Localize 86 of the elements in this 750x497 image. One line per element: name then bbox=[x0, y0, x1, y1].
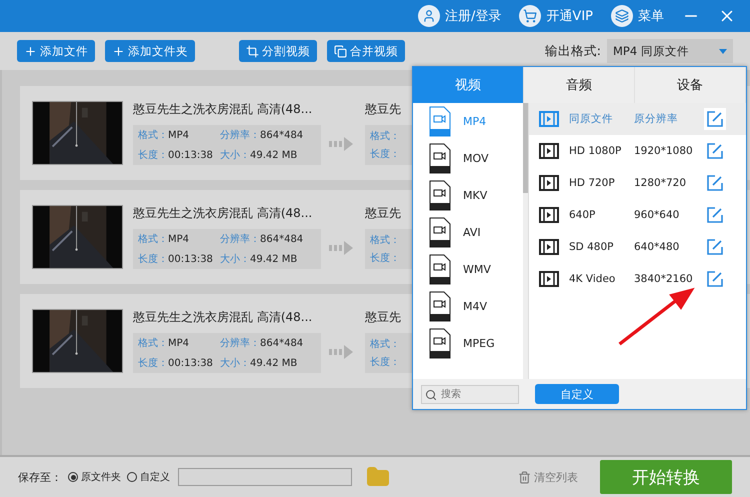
duration-label: 长度： bbox=[370, 252, 400, 265]
custom-button[interactable]: 自定义 bbox=[535, 384, 619, 404]
duration-label: 长度： bbox=[370, 356, 400, 369]
format-item[interactable]: WMV bbox=[429, 254, 523, 285]
film-play-icon bbox=[539, 111, 559, 127]
resolution-text: 分辨率：864*484 bbox=[220, 336, 304, 350]
format-label: 格式： bbox=[370, 234, 400, 247]
header-link[interactable]: 菜单 bbox=[611, 5, 664, 27]
format-item[interactable]: MP4 bbox=[429, 106, 523, 137]
preset-resolution: 原分辨率 bbox=[634, 112, 679, 126]
size-text: 大小：49.42 MB bbox=[220, 148, 298, 162]
arrow-icon bbox=[329, 137, 353, 151]
format-label: 格式： bbox=[370, 130, 400, 143]
preset-name: HD 1080P bbox=[569, 145, 622, 157]
preset-resolution: 1920*1080 bbox=[634, 145, 694, 157]
output-title: 憨豆先 bbox=[365, 205, 401, 221]
trash-icon bbox=[518, 470, 531, 484]
format-text: 格式：MP4 bbox=[138, 128, 190, 142]
radio-option[interactable]: 自定义 bbox=[127, 470, 170, 484]
plus-icon bbox=[112, 44, 125, 58]
format-tab[interactable]: 设备 bbox=[635, 67, 746, 103]
film-play-icon bbox=[539, 271, 559, 287]
format-item[interactable]: MOV bbox=[429, 143, 523, 174]
video-file-icon bbox=[429, 180, 451, 211]
path-field[interactable] bbox=[178, 468, 352, 486]
file-title: 憨豆先生之洗衣房混乱 高清(48... bbox=[133, 101, 312, 117]
format-item[interactable]: M4V bbox=[429, 291, 523, 322]
format-item[interactable]: MPEG bbox=[429, 328, 523, 359]
video-file-icon bbox=[429, 291, 451, 322]
output-format-dropdown[interactable]: MP4 同原文件 bbox=[607, 39, 733, 63]
preset-name: 同原文件 bbox=[569, 112, 614, 126]
save-to-label: 保存至： bbox=[18, 470, 62, 484]
preset-resolution: 640*480 bbox=[634, 241, 680, 253]
video-file-icon bbox=[429, 328, 451, 359]
toolbar-button[interactable]: 添加文件夹 bbox=[105, 40, 195, 62]
output-title: 憨豆先 bbox=[365, 309, 401, 325]
preset-name: 4K Video bbox=[569, 273, 616, 285]
video-file-icon bbox=[429, 106, 451, 137]
format-label: 格式： bbox=[370, 338, 400, 351]
video-file-icon bbox=[429, 217, 451, 248]
film-play-icon bbox=[539, 207, 559, 223]
duration-text: 长度：00:13:38 bbox=[138, 356, 214, 370]
preset-name: SD 480P bbox=[569, 241, 614, 253]
merge-icon bbox=[334, 44, 347, 58]
arrow-icon bbox=[329, 345, 353, 359]
plus-icon bbox=[24, 44, 37, 58]
format-text: 格式：MP4 bbox=[138, 336, 190, 350]
duration-text: 长度：00:13:38 bbox=[138, 148, 214, 162]
format-tab[interactable]: 音频 bbox=[524, 67, 635, 103]
format-item[interactable]: MKV bbox=[429, 180, 523, 211]
search-field[interactable]: 搜索 bbox=[421, 384, 519, 404]
size-text: 大小：49.42 MB bbox=[220, 252, 298, 266]
preset-name: HD 720P bbox=[569, 177, 616, 189]
preset-resolution: 1280*720 bbox=[634, 177, 688, 189]
preset-resolution: 3840*2160 bbox=[634, 273, 694, 285]
format-text: 格式：MP4 bbox=[138, 232, 190, 246]
header-link[interactable]: 开通VIP bbox=[519, 5, 593, 27]
video-file-icon bbox=[429, 254, 451, 285]
duration-text: 长度：00:13:38 bbox=[138, 252, 214, 266]
format-item[interactable]: AVI bbox=[429, 217, 523, 248]
layers-icon bbox=[611, 5, 633, 27]
resolution-text: 分辨率：864*484 bbox=[220, 232, 304, 246]
edit-icon[interactable] bbox=[704, 108, 726, 130]
cart-icon bbox=[519, 5, 542, 27]
film-play-icon bbox=[539, 239, 559, 255]
toolbar-button[interactable]: 添加文件 bbox=[17, 40, 95, 62]
file-title: 憨豆先生之洗衣房混乱 高清(48... bbox=[133, 205, 312, 221]
file-title: 憨豆先生之洗衣房混乱 高清(48... bbox=[133, 309, 312, 325]
toolbar-button[interactable]: 合并视频 bbox=[327, 40, 405, 62]
video-file-icon bbox=[429, 143, 451, 174]
arrow-icon bbox=[329, 241, 353, 255]
header-link[interactable]: 注册/登录 bbox=[418, 5, 502, 27]
film-play-icon bbox=[539, 143, 559, 159]
resolution-text: 分辨率：864*484 bbox=[220, 128, 304, 142]
output-title: 憨豆先 bbox=[365, 101, 401, 117]
user-icon bbox=[418, 5, 440, 27]
preset-resolution: 960*640 bbox=[634, 209, 680, 221]
duration-label: 长度： bbox=[370, 148, 400, 161]
film-play-icon bbox=[539, 175, 559, 191]
preset-name: 640P bbox=[569, 209, 596, 221]
size-text: 大小：49.42 MB bbox=[220, 356, 298, 370]
crop-icon bbox=[246, 44, 259, 58]
output-format-label: 输出格式: bbox=[544, 42, 601, 60]
radio-option[interactable]: 原文件夹 bbox=[68, 470, 121, 484]
toolbar-button[interactable]: 分割视频 bbox=[239, 40, 317, 62]
format-tab[interactable]: 视频 bbox=[413, 67, 524, 103]
